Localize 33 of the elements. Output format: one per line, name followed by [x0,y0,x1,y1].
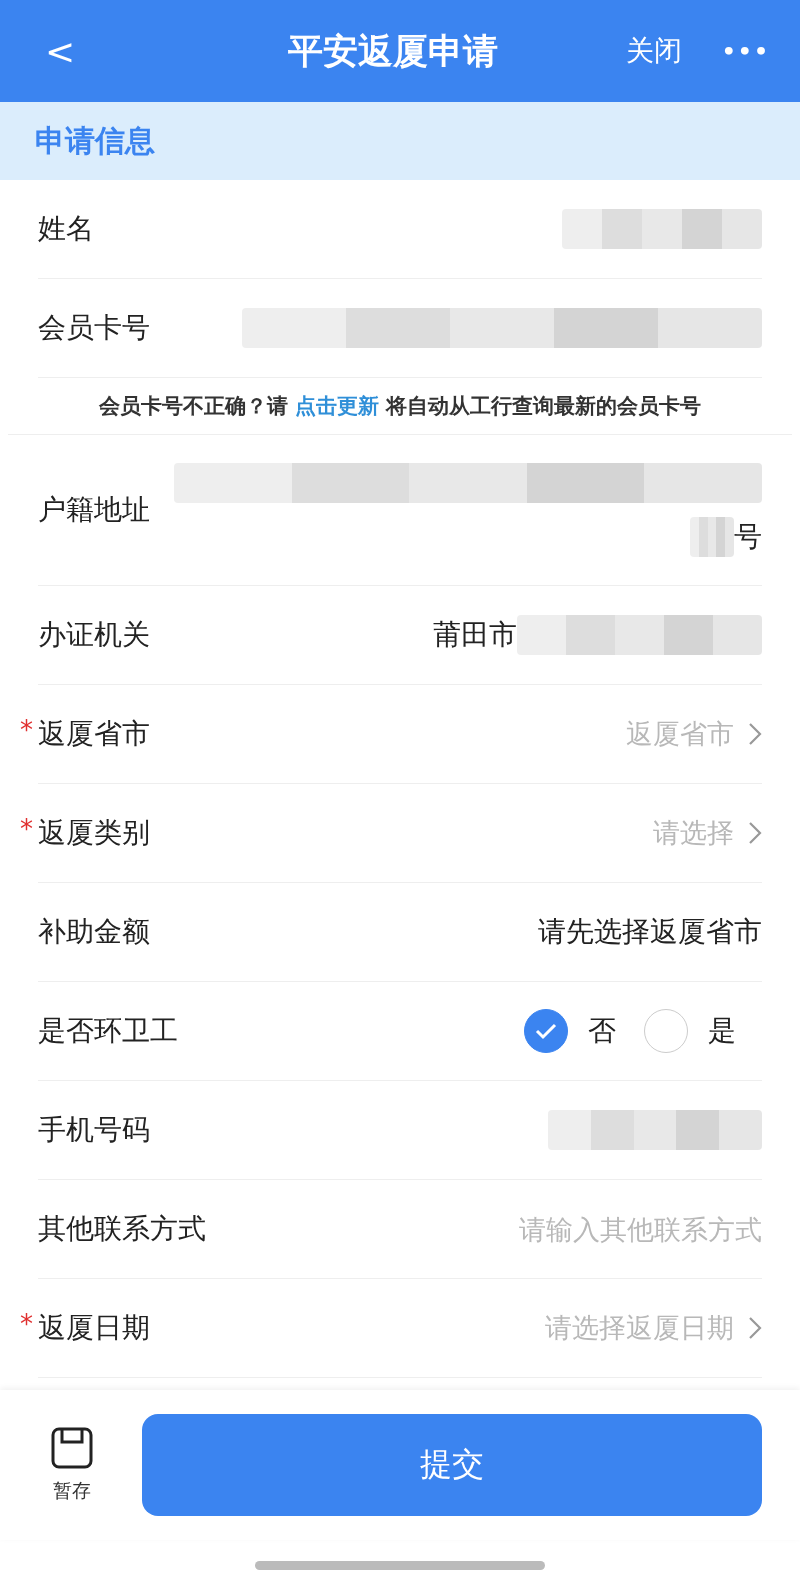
field-label: 补助金额 [38,914,150,950]
select-field[interactable]: 返厦省市 [626,716,762,752]
required-mark: * [20,715,33,745]
more-button[interactable]: ••• [721,38,770,64]
field-label: 户籍地址 [38,492,150,528]
select-field[interactable]: 请选择返厦日期 [545,1310,762,1346]
close-button[interactable]: 关闭 [625,32,682,70]
chevron-icon [748,722,762,746]
save-button[interactable]: 暂存 [50,1426,94,1504]
check-icon [535,1022,557,1040]
required-mark: * [20,1309,33,1339]
chevron-icon [748,821,762,845]
field-label: 姓名 [38,211,94,247]
field-value: 号 [734,519,762,555]
page-title: 平安返厦申请 [286,29,499,73]
section-title: 申请信息 [35,121,155,160]
save-icon [50,1426,94,1470]
notice-text: 会员卡号不正确？请 点击更新 将自动从工行查询最新的会员卡号 [8,378,792,435]
radio-option[interactable]: 否 [524,1009,616,1053]
chevron-icon [748,1316,762,1340]
field-label: 办证机关 [38,617,150,653]
field-label: 会员卡号 [38,310,150,346]
field-label: 其他联系方式 [38,1211,206,1247]
required-mark: * [20,814,33,844]
field-value: 莆田市 [433,617,518,653]
field-label: 手机号码 [38,1112,150,1148]
submit-button[interactable]: 提交 [142,1414,762,1516]
field-value: 请先选择返厦省市 [538,914,762,950]
back-button[interactable]: < [40,30,80,72]
field-label: 是否环卫工 [38,1013,178,1049]
radio-option[interactable]: 是 [644,1009,736,1053]
blurred-value [690,517,734,557]
select-field[interactable]: 请选择 [653,815,762,851]
